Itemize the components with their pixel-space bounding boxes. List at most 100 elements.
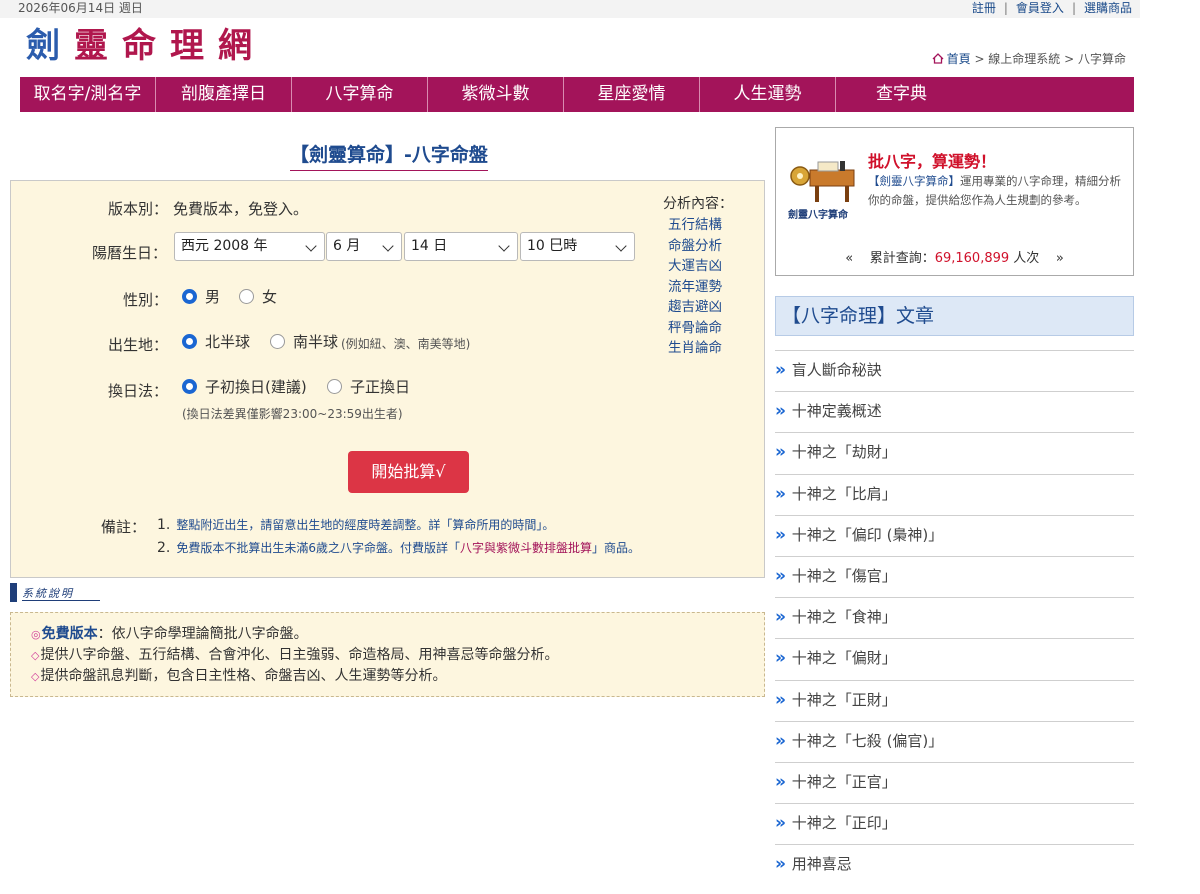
- hour-select[interactable]: 10 巳時: [520, 232, 635, 261]
- start-calculation-button[interactable]: 開始批算√: [348, 451, 469, 493]
- account-links: 註冊 | 會員登入 | 選購商品: [971, 1, 1132, 15]
- nav-bazi[interactable]: 八字算命: [292, 77, 428, 112]
- query-counter: « 累計查詢：69,160,899 人次 »: [845, 251, 1064, 266]
- article-link[interactable]: ›› 十神之「劫財」: [775, 432, 1134, 473]
- analysis-item: 流年運勢: [668, 278, 722, 295]
- analysis-item: 趨吉避凶: [668, 299, 722, 315]
- double-chevron-icon: ››: [775, 483, 786, 504]
- breadcrumb-trail: > 線上命理系統 > 八字算命: [970, 52, 1126, 66]
- promo-headline[interactable]: 批八字，算運勢！: [868, 148, 996, 172]
- notes-label: 備註：: [101, 518, 147, 536]
- breadcrumb-home[interactable]: 首頁: [947, 52, 971, 66]
- note-2: 2. 免費版本不批算出生未滿6歲之八字命盤。付費版詳「八字與紫微斗數排盤批算」商品…: [157, 540, 641, 556]
- articles-header: 【八字命理】文章: [775, 296, 1134, 336]
- articles-list: ›› 盲人斷命秘訣 ›› 十神定義概述 ›› 十神之「劫財」 ›› 十神之「比肩…: [775, 350, 1134, 885]
- nav-dictionary[interactable]: 查字典: [836, 77, 1134, 112]
- nav-naming[interactable]: 取名字/測名字: [20, 77, 156, 112]
- northern-hemisphere-radio[interactable]: [182, 334, 197, 349]
- gender-female-label[interactable]: 女: [262, 286, 277, 307]
- system-section-header: 系統說明: [10, 583, 100, 602]
- article-link[interactable]: ›› 十神之「食神」: [775, 597, 1134, 638]
- zichu-radio[interactable]: [182, 379, 197, 394]
- nav-date-selection[interactable]: 剖腹產擇日: [156, 77, 292, 112]
- chevron-down-icon: [382, 240, 394, 252]
- logo-char: 靈: [74, 26, 116, 66]
- article-link[interactable]: ›› 十神之「正財」: [775, 679, 1134, 721]
- shop-link[interactable]: 選購商品: [1084, 1, 1132, 15]
- member-login-link[interactable]: 會員登入: [1016, 1, 1064, 15]
- system-line-2: ◇提供八字命盤、五行結構、合會沖化、日主強弱、命造格局、用神喜忌等命盤分析。: [31, 647, 559, 663]
- version-label: 版本別：: [108, 200, 169, 218]
- breadcrumb: 首頁 > 線上命理系統 > 八字算命: [932, 50, 1126, 67]
- day-select[interactable]: 14 日: [404, 232, 518, 261]
- system-line-3: ◇提供命盤訊息判斷，包含日主性格、命盤吉凶、人生運勢等分析。: [31, 668, 447, 684]
- gender-male-radio[interactable]: [182, 289, 197, 304]
- promo-image[interactable]: 劍靈八字算命: [788, 156, 864, 224]
- article-link[interactable]: ›› 十神之「正官」: [775, 761, 1134, 803]
- logo-char: 網: [218, 26, 260, 66]
- northern-hemisphere-label[interactable]: 北半球: [205, 331, 250, 352]
- double-chevron-icon: ››: [775, 360, 786, 380]
- top-bar: 2026年06月14日 週日 註冊 | 會員登入 | 選購商品: [0, 0, 1140, 18]
- article-link[interactable]: ›› 十神定義概述: [775, 391, 1134, 432]
- logo-char: 命: [122, 26, 164, 66]
- year-select[interactable]: 西元 2008 年: [174, 232, 325, 261]
- analysis-item: 生肖論命: [668, 340, 722, 356]
- gender-female-radio[interactable]: [239, 289, 254, 304]
- system-line-1: ◎免費版本：依八字命學理論簡批八字命盤。: [31, 626, 308, 642]
- note-1: 1. 整點附近出生，請留意出生地的經度時差調整。詳「算命所用的時間」。: [157, 517, 555, 533]
- zizheng-label[interactable]: 子正換日: [350, 376, 410, 397]
- note-2-link[interactable]: 八字與紫微斗數排盤批算: [460, 541, 592, 555]
- note-1-link[interactable]: 算命所用的時間: [452, 518, 536, 532]
- double-chevron-icon: ››: [775, 854, 786, 875]
- article-link[interactable]: ›› 十神之「偏財」: [775, 638, 1134, 679]
- double-chevron-icon: ››: [775, 524, 786, 545]
- nav-horoscope[interactable]: 星座愛情: [564, 77, 700, 112]
- nav-fortune[interactable]: 人生運勢: [700, 77, 836, 112]
- site-logo[interactable]: 劍 靈 命 理 網: [26, 26, 260, 68]
- article-link[interactable]: ›› 十神之「比肩」: [775, 473, 1134, 515]
- southern-hemisphere-radio[interactable]: [270, 334, 285, 349]
- system-description: ◎免費版本：依八字命學理論簡批八字命盤。 ◇提供八字命盤、五行結構、合會沖化、日…: [10, 612, 765, 697]
- analysis-item: 命盤分析: [668, 237, 722, 254]
- day-change-label: 換日法：: [108, 382, 169, 400]
- logo-char: 劍: [26, 26, 68, 66]
- chevron-down-icon: [615, 240, 627, 252]
- birthday-label: 陽曆生日：: [92, 244, 168, 262]
- month-select[interactable]: 6 月: [326, 232, 402, 261]
- southern-hemisphere-note: (例如紐、澳、南美等地): [341, 337, 471, 351]
- article-link[interactable]: ›› 十神之「正印」: [775, 803, 1134, 844]
- birthplace-label: 出生地：: [108, 336, 169, 354]
- gender-male-label[interactable]: 男: [205, 286, 220, 307]
- article-link[interactable]: ›› 十神之「偏印 (梟神)」: [775, 514, 1134, 556]
- current-date: 2026年06月14日 週日: [18, 1, 143, 15]
- day-change-note: (換日法差異僅影響23:00~23:59出生者): [182, 407, 403, 421]
- analysis-item: 大運吉凶: [668, 258, 722, 274]
- chevron-down-icon: [498, 240, 510, 252]
- chevron-down-icon: [305, 240, 317, 252]
- analysis-title: 分析內容：: [663, 196, 733, 212]
- double-chevron-icon: ››: [775, 565, 786, 586]
- double-chevron-icon: ››: [775, 771, 786, 792]
- home-icon: [932, 53, 944, 64]
- double-chevron-icon: ››: [775, 813, 786, 834]
- register-link[interactable]: 註冊: [972, 1, 996, 15]
- article-link[interactable]: ›› 十神之「七殺 (偏官)」: [775, 720, 1134, 762]
- main-nav: 取名字/測名字 剖腹產擇日 八字算命 紫微斗數 星座愛情 人生運勢 查字典: [20, 77, 1134, 112]
- article-link[interactable]: ›› 盲人斷命秘訣: [775, 350, 1134, 391]
- article-link[interactable]: ›› 用神喜忌: [775, 844, 1134, 885]
- promo-box[interactable]: 劍靈八字算命 批八字，算運勢！ 【劍靈八字算命】運用專業的八字命理，精細分析你的…: [775, 127, 1134, 276]
- analysis-list: 五行結構 命盤分析 大運吉凶 流年運勢 趨吉避凶 秤骨論命 生肖論命: [668, 215, 722, 359]
- gender-label: 性別：: [123, 291, 169, 309]
- page-title: 【劍靈算命】-八字命盤: [290, 140, 488, 171]
- double-chevron-icon: ››: [775, 401, 786, 422]
- zichu-label[interactable]: 子初換日(建議): [205, 376, 307, 397]
- article-link[interactable]: ›› 十神之「傷官」: [775, 555, 1134, 597]
- double-chevron-icon: ››: [775, 730, 786, 751]
- bazi-form: 版本別： 免費版本，免登入。 陽曆生日： 西元 2008 年 6 月 14 日 …: [10, 180, 765, 578]
- zizheng-radio[interactable]: [327, 379, 342, 394]
- nav-ziwei[interactable]: 紫微斗數: [428, 77, 564, 112]
- double-chevron-icon: ››: [775, 648, 786, 669]
- double-chevron-icon: ››: [775, 442, 786, 463]
- southern-hemisphere-label[interactable]: 南半球: [293, 331, 338, 352]
